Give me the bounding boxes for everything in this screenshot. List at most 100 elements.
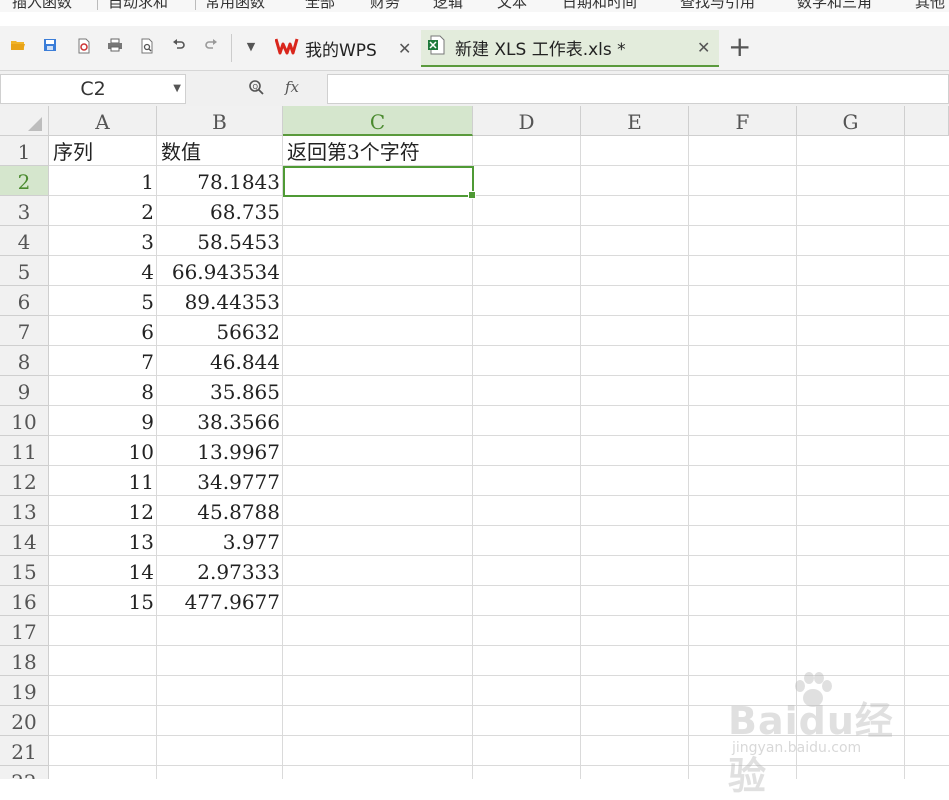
cell-b10[interactable]: 38.3566	[157, 406, 283, 436]
ribbon-tab[interactable]: 常用函数	[205, 0, 265, 12]
row-header-9[interactable]: 9	[0, 376, 49, 406]
watermark-url: jingyan.baidu.com	[732, 740, 862, 756]
row-header-10[interactable]: 10	[0, 406, 49, 436]
cell-a8[interactable]: 7	[49, 346, 157, 376]
row-header-20[interactable]: 20	[0, 706, 49, 736]
row-header-1[interactable]: 1	[0, 136, 49, 166]
redo-icon[interactable]	[202, 38, 220, 56]
cell-a16[interactable]: 15	[49, 586, 157, 616]
row-header-13[interactable]: 13	[0, 496, 49, 526]
row-header-2[interactable]: 2	[0, 166, 49, 196]
folder-open-icon[interactable]	[9, 38, 27, 56]
magnifier-icon[interactable]: Q	[248, 79, 264, 99]
grid-column-line	[688, 136, 689, 779]
column-header-g[interactable]: G	[797, 106, 905, 136]
cell-c1[interactable]: 返回第3个字符	[283, 136, 473, 166]
selected-cell-outline[interactable]	[283, 166, 476, 199]
name-box-value: C2	[80, 78, 106, 100]
row-header-16[interactable]: 16	[0, 586, 49, 616]
row-header-12[interactable]: 12	[0, 466, 49, 496]
cell-a5[interactable]: 4	[49, 256, 157, 286]
cell-b16[interactable]: 477.9677	[157, 586, 283, 616]
toolbar-separator	[231, 34, 232, 62]
formula-input[interactable]	[327, 74, 949, 104]
close-icon[interactable]: ✕	[398, 39, 411, 58]
row-header-15[interactable]: 15	[0, 556, 49, 586]
tab-xls-document[interactable]: 新建 XLS 工作表.xls * ✕	[421, 30, 719, 67]
cell-b4[interactable]: 58.5453	[157, 226, 283, 256]
column-header-a[interactable]: A	[49, 106, 157, 136]
cell-b12[interactable]: 34.9777	[157, 466, 283, 496]
cell-b5[interactable]: 66.943534	[157, 256, 283, 286]
cell-a9[interactable]: 8	[49, 376, 157, 406]
cell-a6[interactable]: 5	[49, 286, 157, 316]
ribbon-tab[interactable]: 自动求和	[108, 0, 168, 12]
row-header-21[interactable]: 21	[0, 736, 49, 766]
cell-a4[interactable]: 3	[49, 226, 157, 256]
cell-a13[interactable]: 12	[49, 496, 157, 526]
row-header-18[interactable]: 18	[0, 646, 49, 676]
cell-a15[interactable]: 14	[49, 556, 157, 586]
function-fx-icon[interactable]: fx	[285, 78, 299, 96]
chevron-down-icon[interactable]: ▼	[173, 75, 181, 103]
cell-b14[interactable]: 3.977	[157, 526, 283, 556]
ribbon-tab[interactable]: 逻辑	[433, 0, 463, 12]
cell-b1[interactable]: 数值	[157, 136, 283, 166]
cell-a7[interactable]: 6	[49, 316, 157, 346]
cell-b11[interactable]: 13.9967	[157, 436, 283, 466]
cell-b13[interactable]: 45.8788	[157, 496, 283, 526]
export-pdf-icon[interactable]	[75, 38, 93, 56]
column-header-f[interactable]: F	[689, 106, 797, 136]
row-header-4[interactable]: 4	[0, 226, 49, 256]
cell-b2[interactable]: 78.1843	[157, 166, 283, 196]
cell-a11[interactable]: 10	[49, 436, 157, 466]
cell-b3[interactable]: 68.735	[157, 196, 283, 226]
row-header-17[interactable]: 17	[0, 616, 49, 646]
ribbon-tab[interactable]: 日期和时间	[562, 0, 637, 12]
ribbon-tab[interactable]: 文本	[497, 0, 527, 12]
row-header-14[interactable]: 14	[0, 526, 49, 556]
column-header-e[interactable]: E	[581, 106, 689, 136]
ribbon-tab[interactable]: 全部	[305, 0, 335, 12]
ribbon-tab[interactable]: 财务	[370, 0, 400, 12]
cell-a10[interactable]: 9	[49, 406, 157, 436]
dropdown-arrow-icon[interactable]: ▼	[242, 38, 260, 56]
column-header-c[interactable]: C	[283, 106, 473, 136]
tab-my-wps[interactable]: 我的WPS ✕	[270, 30, 420, 67]
cell-a2[interactable]: 1	[49, 166, 157, 196]
new-tab-button[interactable]: +	[728, 32, 751, 62]
fill-handle[interactable]	[468, 191, 476, 199]
row-header-11[interactable]: 11	[0, 436, 49, 466]
ribbon-function-tabs: 插入函数 自动求和 常用函数 全部 财务 逻辑 文本 日期和时间 查找与引用 数学和三角 其他	[0, 0, 949, 12]
row-header-22[interactable]: 22	[0, 766, 49, 779]
cell-b9[interactable]: 35.865	[157, 376, 283, 406]
column-header-b[interactable]: B	[157, 106, 283, 136]
ribbon-tab[interactable]: 数学和三角	[797, 0, 872, 12]
select-all-corner[interactable]	[0, 106, 49, 136]
cell-b15[interactable]: 2.97333	[157, 556, 283, 586]
cell-a14[interactable]: 13	[49, 526, 157, 556]
print-icon[interactable]	[106, 38, 124, 56]
print-preview-icon[interactable]	[138, 38, 156, 56]
row-header-8[interactable]: 8	[0, 346, 49, 376]
row-header-5[interactable]: 5	[0, 256, 49, 286]
save-icon[interactable]	[41, 38, 59, 56]
name-box[interactable]: C2 ▼	[0, 74, 186, 104]
grid-column-line	[580, 136, 581, 779]
close-icon[interactable]: ✕	[697, 38, 710, 57]
cell-a1[interactable]: 序列	[49, 136, 157, 166]
row-header-19[interactable]: 19	[0, 676, 49, 706]
row-header-3[interactable]: 3	[0, 196, 49, 226]
ribbon-tab[interactable]: 其他	[915, 0, 945, 12]
cell-b8[interactable]: 46.844	[157, 346, 283, 376]
ribbon-tab[interactable]: 插入函数	[12, 0, 72, 12]
undo-icon[interactable]	[170, 38, 188, 56]
row-header-6[interactable]: 6	[0, 286, 49, 316]
cell-b7[interactable]: 56632	[157, 316, 283, 346]
ribbon-tab[interactable]: 查找与引用	[680, 0, 755, 12]
row-header-7[interactable]: 7	[0, 316, 49, 346]
cell-b6[interactable]: 89.44353	[157, 286, 283, 316]
cell-a12[interactable]: 11	[49, 466, 157, 496]
cell-a3[interactable]: 2	[49, 196, 157, 226]
column-header-d[interactable]: D	[473, 106, 581, 136]
